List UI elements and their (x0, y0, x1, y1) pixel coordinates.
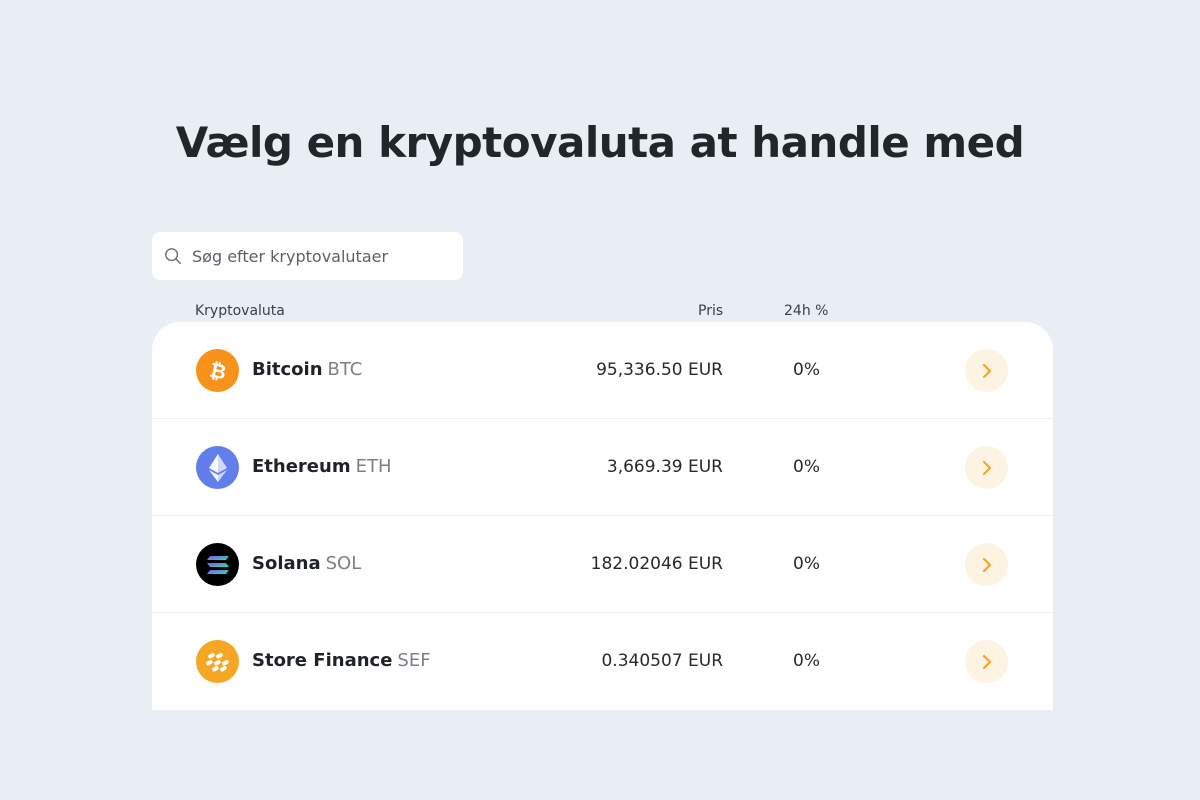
coin-symbol: ETH (355, 456, 392, 477)
table-row[interactable]: Solana SOL 182.02046 EUR 0% (152, 516, 1053, 613)
crypto-table: ₿ Bitcoin BTC 95,336.50 EUR 0% Ethereum ET… (152, 322, 1053, 710)
coin-price: 0.340507 EUR (601, 651, 723, 671)
select-coin-button[interactable] (965, 446, 1008, 489)
coin-change: 0% (793, 457, 820, 477)
coin-price: 95,336.50 EUR (596, 360, 723, 380)
svg-text:₿: ₿ (207, 358, 228, 384)
select-coin-button[interactable] (965, 543, 1008, 586)
coin-change: 0% (793, 360, 820, 380)
coin-price: 182.02046 EUR (590, 554, 723, 574)
coin-name: Ethereum (252, 456, 351, 477)
search-box[interactable] (152, 232, 463, 280)
table-row[interactable]: Store Finance SEF 0.340507 EUR 0% (152, 613, 1053, 710)
coin-name: Store Finance (252, 650, 393, 671)
chevron-right-icon (982, 557, 991, 572)
coin-name: Solana (252, 553, 321, 574)
ethereum-icon (196, 446, 239, 489)
chevron-right-icon (982, 654, 991, 669)
page-title: Vælg en kryptovaluta at handle med (175, 118, 1025, 167)
coin-symbol: SOL (325, 553, 362, 574)
table-row[interactable]: Ethereum ETH 3,669.39 EUR 0% (152, 419, 1053, 516)
select-coin-button[interactable] (965, 640, 1008, 683)
column-header-price: Pris (698, 303, 724, 319)
chevron-right-icon (982, 460, 991, 475)
coin-name: Bitcoin (252, 359, 323, 380)
store-finance-icon (196, 640, 239, 683)
search-icon (165, 248, 181, 264)
coin-price: 3,669.39 EUR (606, 457, 723, 477)
column-header-name: Kryptovaluta (195, 303, 285, 319)
coin-change: 0% (793, 554, 820, 574)
select-coin-button[interactable] (965, 349, 1008, 392)
search-input[interactable] (192, 246, 442, 266)
coin-symbol: SEF (397, 650, 431, 671)
table-row[interactable]: ₿ Bitcoin BTC 95,336.50 EUR 0% (152, 322, 1053, 419)
coin-change: 0% (793, 651, 820, 671)
bitcoin-icon: ₿ (196, 349, 239, 392)
coin-symbol: BTC (327, 359, 363, 380)
column-header-change: 24h % (784, 303, 829, 319)
chevron-right-icon (982, 363, 991, 378)
solana-icon (196, 543, 239, 586)
